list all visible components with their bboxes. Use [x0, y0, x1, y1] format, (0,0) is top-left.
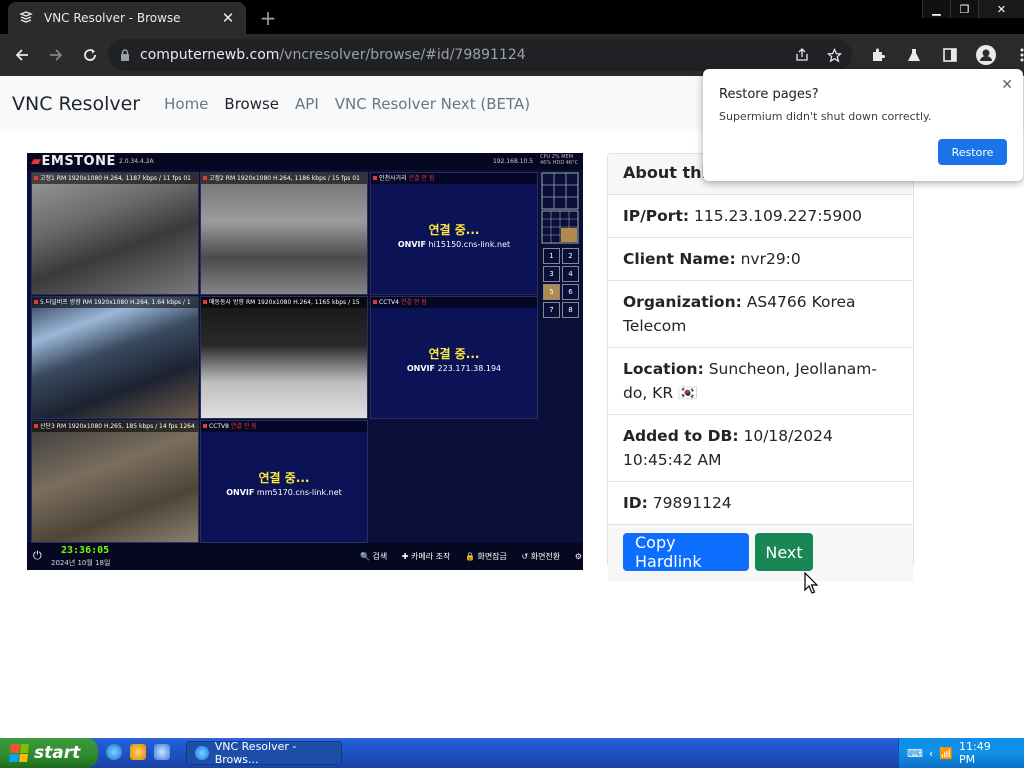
layout-grid-icon	[541, 172, 579, 244]
reload-icon[interactable]	[74, 39, 106, 71]
camera-tile: 산단3 RM 1920x1080 H.265, 185 kbps / 14 fp…	[31, 420, 199, 543]
quick-launch	[106, 744, 170, 760]
camera-tile: CCTV4 연결 안 됨 연결 중... ONVIF 223.171.38.19…	[370, 296, 538, 419]
menu-kebab-icon[interactable]	[1006, 39, 1024, 71]
info-row-id: ID: 79891124	[608, 482, 913, 525]
channel-2: 2	[562, 248, 579, 264]
browser-titlebar: VNC Resolver - Browse ✕ + ▁ ❐ ✕	[0, 0, 1024, 34]
camera-tile: 고정1 RM 1920x1080 H.264, 1187 kbps / 11 f…	[31, 172, 199, 295]
camera-tile: 인천사거리 연결 안 됨 연결 중... ONVIF hi15150.cns-l…	[370, 172, 538, 295]
info-row-added: Added to DB: 10/18/2024 10:45:42 AM	[608, 415, 913, 482]
nvr-date: 2024년 10월 18일	[51, 559, 111, 567]
nvr-search: 🔍 검색	[360, 552, 388, 561]
windows-taskbar: start VNC Resolver - Brows... ⌨ ‹ 📶 11:4…	[0, 738, 1024, 768]
site-brand[interactable]: VNC Resolver	[12, 93, 140, 115]
nvr-menu: 🔍 검색 ✚ 카메라 조작 🔒 화면잠금 ↺ 화면전환 ⚙ 설정	[360, 551, 583, 562]
about-card: About this VNC IP/Port: 115.23.109.227:5…	[607, 153, 914, 581]
taskbar-clock: 11:49 PM	[959, 740, 991, 766]
labs-flask-icon[interactable]	[898, 39, 930, 71]
internet-explorer-icon[interactable]	[106, 744, 122, 760]
camera-tile: 고정2 RM 1920x1080 H.264, 1186 kbps / 15 f…	[200, 172, 368, 295]
popup-message: Supermium didn't shut down correctly.	[719, 110, 932, 123]
channel-6: 6	[562, 284, 579, 300]
nvr-top-bar: ▰EMSTONE 2.0.34.4.2A 192.168.10.5 CPU 2%…	[27, 153, 583, 170]
vnc-screenshot: ▰EMSTONE 2.0.34.4.2A 192.168.10.5 CPU 2%…	[27, 153, 583, 570]
nvr-ptz: ✚ 카메라 조작	[401, 552, 451, 561]
nav-browse[interactable]: Browse	[224, 95, 279, 113]
restore-pages-popup: Restore pages? Supermium didn't shut dow…	[703, 69, 1023, 181]
camera-tile: CCTV8 연결 안 됨 연결 중... ONVIF mm5170.cns-li…	[200, 420, 368, 543]
camera-tile: 5.터널버프 방향 RM 1920x1080 H.264, 1.64 kbps …	[31, 296, 199, 419]
copy-hardlink-button[interactable]: Copy Hardlink	[623, 533, 749, 571]
media-player-icon[interactable]	[130, 744, 146, 760]
nvr-lock: 🔒 화면잠금	[464, 552, 507, 561]
minimize-icon[interactable]: ▁	[922, 0, 950, 18]
mouse-cursor-icon	[804, 572, 819, 594]
site-favicon-icon	[18, 10, 34, 26]
start-button[interactable]: start	[0, 738, 98, 768]
tab-title: VNC Resolver - Browse	[44, 11, 181, 25]
windows-logo-icon	[9, 744, 29, 762]
nvr-time: 23:36:05	[61, 545, 110, 556]
lock-icon[interactable]	[120, 49, 130, 61]
address-bar[interactable]: computernewb.com/vncresolver/browse/#id/…	[108, 39, 852, 71]
system-tray: ⌨ ‹ 📶 11:49 PM	[898, 738, 1024, 768]
nvr-stats: CPU 2% MEM 46% HDD 46°C	[540, 154, 579, 166]
keyboard-icon[interactable]: ⌨	[907, 747, 923, 760]
tab-close-icon[interactable]: ✕	[220, 9, 236, 27]
back-arrow-icon[interactable]	[6, 39, 38, 71]
url-text: computernewb.com/vncresolver/browse/#id/…	[140, 47, 526, 63]
next-button[interactable]: Next	[755, 533, 813, 571]
channel-7: 7	[543, 302, 560, 318]
nav-api[interactable]: API	[295, 95, 319, 113]
bookmark-star-icon[interactable]	[822, 43, 846, 67]
nav-vnc-resolver-next[interactable]: VNC Resolver Next (BETA)	[335, 95, 530, 113]
channel-3: 3	[543, 266, 560, 282]
channel-4: 4	[562, 266, 579, 282]
popup-close-icon[interactable]: ✕	[1001, 77, 1013, 93]
channel-1: 1	[543, 248, 560, 264]
info-row-location: Location: Suncheon, Jeollanam-do, KR 🇰🇷	[608, 348, 913, 415]
info-row-ip: IP/Port: 115.23.109.227:5900	[608, 195, 913, 238]
side-panel-icon[interactable]	[934, 39, 966, 71]
forward-arrow-icon[interactable]	[40, 39, 72, 71]
browser-quicklaunch-icon[interactable]	[154, 744, 170, 760]
nvr-settings: ⚙ 설정	[574, 552, 582, 561]
power-icon: ⏻	[33, 549, 42, 562]
nvr-switch: ↺ 화면전환	[521, 552, 561, 561]
info-row-client-name: Client Name: nvr29:0	[608, 238, 913, 281]
tray-expand-icon[interactable]: ‹	[929, 747, 933, 760]
camera-tile: 매동동사 방향 RM 1920x1080 H.264, 1165 kbps / …	[200, 296, 368, 419]
profile-avatar-icon[interactable]	[970, 39, 1002, 71]
browser-tab[interactable]: VNC Resolver - Browse ✕	[8, 2, 246, 34]
channel-5: 5	[543, 284, 560, 300]
network-icon[interactable]: 📶	[939, 747, 953, 760]
window-close-icon[interactable]: ✕	[978, 0, 1024, 18]
about-card-footer: Copy Hardlink Next	[608, 525, 913, 581]
nav-home[interactable]: Home	[164, 95, 208, 113]
channel-8: 8	[562, 302, 579, 318]
nvr-bottom-bar: ⏻ 23:36:05 2024년 10월 18일 🔍 검색 ✚ 카메라 조작 🔒…	[27, 543, 583, 570]
share-icon[interactable]	[790, 43, 814, 67]
extensions-icon[interactable]	[862, 39, 894, 71]
restore-window-icon[interactable]: ❐	[950, 0, 978, 18]
info-row-organization: Organization: AS4766 Korea Telecom	[608, 281, 913, 348]
nvr-layout-selector: 1 2 3 4 5 6 7 8	[541, 172, 581, 322]
browser-app-icon	[195, 746, 209, 760]
nvr-version: 2.0.34.4.2A	[119, 158, 154, 165]
window-controls: ▁ ❐ ✕	[922, 0, 1024, 18]
taskbar-window-button[interactable]: VNC Resolver - Brows...	[186, 740, 342, 766]
popup-title: Restore pages?	[719, 87, 819, 102]
new-tab-icon[interactable]: +	[256, 6, 280, 30]
nvr-logo: ▰EMSTONE	[31, 154, 116, 169]
restore-button[interactable]: Restore	[938, 139, 1007, 165]
nvr-ip: 192.168.10.5	[493, 158, 534, 165]
